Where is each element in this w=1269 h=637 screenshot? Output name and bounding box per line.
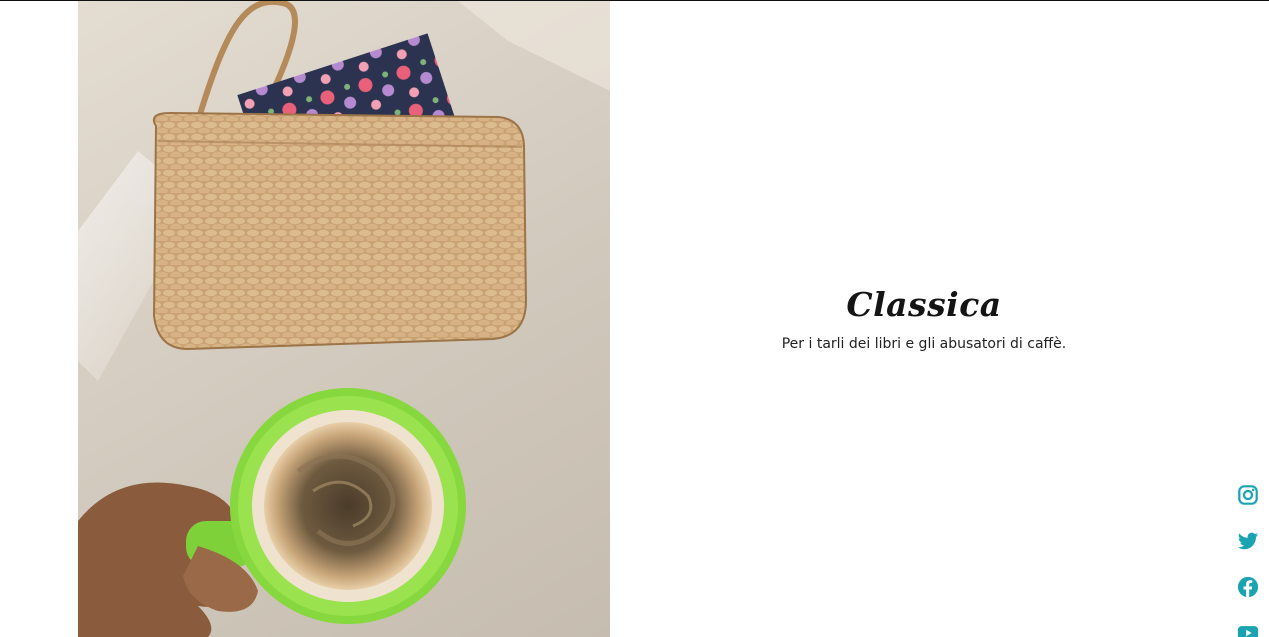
product-tagline: Per i tarli dei libri e gli abusatori di… [781, 336, 1067, 352]
social-links [1232, 478, 1264, 637]
product-info: Classica Per i tarli dei libri e gli abu… [690, 280, 1158, 354]
instagram-link[interactable] [1232, 484, 1264, 524]
facebook-icon [1237, 576, 1259, 598]
youtube-link[interactable] [1232, 622, 1264, 637]
product-title: Classica [846, 285, 1002, 324]
product-photo [78, 1, 610, 637]
instagram-icon [1238, 485, 1258, 505]
twitter-link[interactable] [1232, 530, 1264, 570]
twitter-icon [1237, 532, 1259, 550]
facebook-link[interactable] [1232, 576, 1264, 616]
youtube-icon [1237, 626, 1259, 637]
